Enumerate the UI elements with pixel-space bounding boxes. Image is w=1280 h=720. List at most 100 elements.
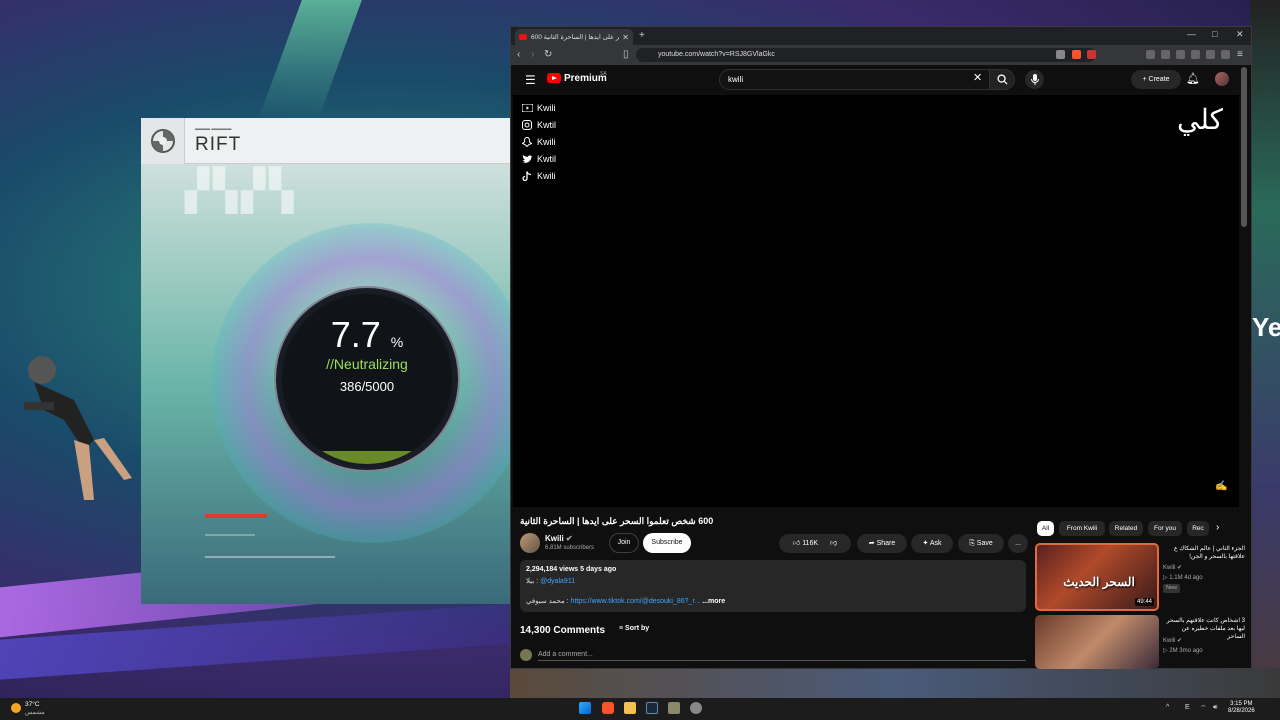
more-actions-button[interactable]: ...	[1008, 534, 1028, 553]
create-button[interactable]: + Create	[1131, 70, 1181, 89]
weather-temperature[interactable]: 37°C	[25, 701, 40, 708]
forward-arrow-icon[interactable]: ›	[531, 49, 534, 60]
sort-comments-button[interactable]: ≡ Sort by	[619, 625, 649, 632]
recommendation-title-1[interactable]: الجزء الثاني | عالم الشكاك ع علاقتها بال…	[1163, 545, 1245, 561]
video-title: 600 شخص تعلموا السحر على ايدها | الساحرة…	[520, 516, 714, 526]
brave-rewards-icon[interactable]	[1087, 50, 1096, 59]
file-explorer-icon[interactable]	[624, 702, 636, 714]
chip-all[interactable]: All	[1037, 521, 1054, 536]
menu-icon[interactable]: ≡	[1237, 49, 1243, 60]
windows-start-icon[interactable]	[579, 702, 591, 714]
search-button[interactable]	[989, 69, 1015, 90]
address-bar[interactable]: youtube.com/watch?v=RSJ8GVlaGkc	[636, 48, 1096, 62]
rift-progress-fill	[282, 451, 452, 464]
comments-count: 14,300 Comments	[520, 625, 606, 636]
close-window-button[interactable]: ✕	[1236, 29, 1244, 40]
sparkle-icon: ✦	[922, 540, 929, 547]
join-button[interactable]: Join	[609, 533, 639, 553]
recommendation-thumbnail-2[interactable]	[1035, 615, 1159, 669]
rift-swirl-icon	[150, 129, 175, 153]
show-more-link[interactable]: ...more	[702, 598, 725, 605]
browser-window: 600 شخص تعلموا السحر على ايدها | الساحرة…	[510, 26, 1252, 669]
settings-gear-icon[interactable]	[690, 702, 702, 714]
volume-icon[interactable]: 🔊︎	[1213, 704, 1217, 712]
rift-header: ▬▬▬ ▬▬▬▬ RIFT	[141, 118, 511, 164]
like-button[interactable]: 👍︎ 116K	[793, 540, 818, 547]
page-scrollbar[interactable]	[1241, 67, 1247, 227]
save-button[interactable]: ⎘ Save	[958, 534, 1004, 553]
media-icon[interactable]	[1161, 50, 1170, 59]
recommendation-thumbnail-1[interactable]: السحر الحديث 49:44	[1035, 543, 1159, 611]
vpn-icon[interactable]	[1206, 50, 1215, 59]
voice-search-button[interactable]	[1025, 70, 1044, 89]
tab-title: 600 شخص تعلموا السحر على ايدها | الساحرة…	[531, 34, 620, 41]
game-character-figure	[24, 356, 132, 500]
share-button[interactable]: ➦ Share	[857, 534, 907, 553]
description-tiktok-link[interactable]: https://www.tiktok.com/@desouki_86?_r...	[571, 598, 701, 605]
like-dislike-group: 👍︎ 116K 👎︎	[779, 534, 851, 553]
account-avatar[interactable]	[1215, 72, 1229, 86]
chip-related[interactable]: Related	[1109, 521, 1143, 536]
profile-icon[interactable]	[1221, 50, 1230, 59]
browser-tab[interactable]: 600 شخص تعلموا السحر على ايدها | الساحرة…	[515, 29, 633, 45]
rift-red-indicator	[205, 514, 267, 518]
reload-icon[interactable]: ↻	[544, 49, 552, 60]
cast-icon[interactable]	[1056, 50, 1065, 59]
recommendation-channel-1[interactable]: Kwili ✔	[1163, 564, 1182, 571]
search-icon	[996, 74, 1008, 85]
chip-from-kwili[interactable]: From Kwili	[1059, 521, 1105, 536]
new-badge: New	[1163, 584, 1180, 593]
maximize-button[interactable]: □	[1212, 29, 1217, 39]
minimize-button[interactable]: —	[1187, 29, 1196, 39]
new-tab-button[interactable]: +	[639, 30, 645, 41]
clear-search-icon[interactable]: ✕	[973, 71, 982, 84]
input-language[interactable]: E	[1185, 704, 1190, 711]
rift-logo	[141, 118, 185, 164]
thumbnail-text: السحر الحديث	[1063, 575, 1135, 589]
description-handle-link[interactable]: @dyala911	[540, 578, 575, 585]
channel-name[interactable]: Kwili ✔	[545, 534, 573, 543]
add-comment-input[interactable]: Add a comment...	[538, 651, 1026, 661]
microphone-icon	[1030, 74, 1039, 85]
system-clock[interactable]: 3:15 PM 8/28/2026	[1228, 701, 1255, 715]
rift-base-line	[205, 556, 335, 558]
recommendation-channel-2[interactable]: Kwili ✔	[1163, 637, 1182, 644]
notifications-bell-icon[interactable]: 🔔︎	[1186, 72, 1200, 85]
social-link-instagram: Kwtil	[521, 120, 556, 130]
windows-taskbar: 37°C مشمس ^ E ⌔ 🔊︎ 3:15 PM 8/28/2026	[0, 698, 1280, 720]
social-link-twitter: Kwtil	[521, 154, 556, 164]
chip-recently-uploaded[interactable]: Rec	[1187, 521, 1209, 536]
weather-sun-icon[interactable]	[11, 703, 21, 713]
back-arrow-icon[interactable]: ‹	[517, 49, 520, 60]
chevron-right-icon[interactable]: ›	[1216, 522, 1219, 533]
country-code: SA	[600, 71, 607, 77]
sort-icon: ≡	[619, 625, 624, 632]
steam-icon[interactable]	[646, 702, 658, 714]
extension-icon[interactable]	[1146, 50, 1155, 59]
network-icon[interactable]: ⌔	[1200, 704, 1207, 713]
dislike-button[interactable]: 👎︎	[830, 540, 837, 547]
recommendation-meta-1: ▷ 1.1M 4d ago	[1163, 575, 1203, 581]
ask-button[interactable]: ✦ Ask	[911, 534, 953, 553]
search-input[interactable]: kwili	[719, 69, 991, 90]
hamburger-menu-icon[interactable]: ☰	[525, 73, 536, 87]
youtube-logo-icon[interactable]	[547, 73, 561, 83]
description-box[interactable]: 2,294,184 views 5 days ago بيلا : @dyala…	[520, 560, 1026, 612]
social-link-tiktok: Kwili	[521, 170, 556, 181]
rift-percentage: 7.7 %	[330, 314, 404, 355]
recommendation-meta-2: ▷ 2M 3mo ago	[1163, 648, 1203, 654]
youtube-header: ☰ Premium SA kwili ✕ + Create 🔔︎	[511, 65, 1251, 95]
subscribe-button[interactable]: Subscribe	[643, 533, 691, 553]
channel-avatar[interactable]	[520, 533, 540, 553]
bookmark-icon[interactable]: ▯	[623, 49, 629, 60]
wallet-icon[interactable]	[1191, 50, 1200, 59]
brave-shield-icon[interactable]	[1072, 50, 1081, 59]
tab-close-icon[interactable]: ✕	[622, 33, 629, 42]
video-player[interactable]: Kwili Kwtil Kwili Kwtil Kwili ﻛﻠﻲ ✍	[513, 95, 1239, 507]
brave-browser-icon[interactable]	[602, 702, 614, 714]
chip-for-you[interactable]: For you	[1148, 521, 1182, 536]
desktop-right-text: Ye	[1252, 312, 1280, 342]
sidebar-icon[interactable]	[1176, 50, 1185, 59]
tray-overflow-icon[interactable]: ^	[1166, 704, 1169, 711]
game-app-icon[interactable]	[668, 702, 680, 714]
